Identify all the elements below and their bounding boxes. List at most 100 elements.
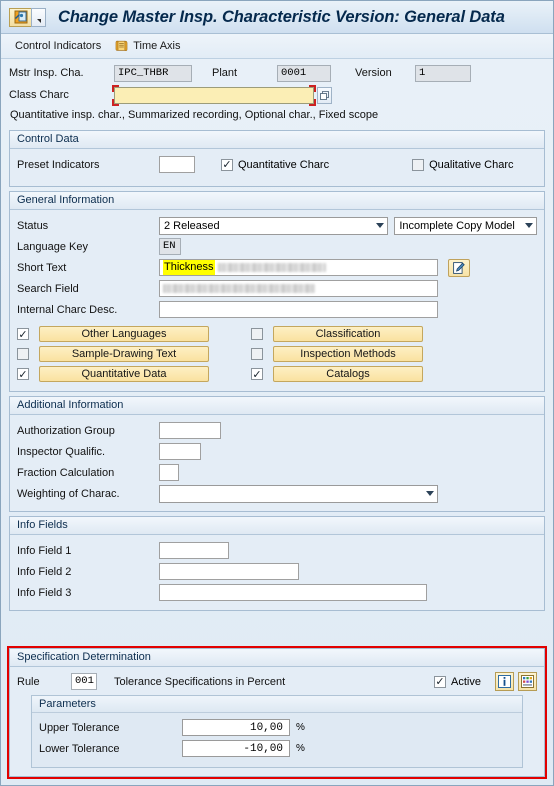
chevron-down-icon <box>423 491 437 496</box>
chevron-down-icon <box>373 223 387 228</box>
rule-row: Rule 001 Tolerance Specifications in Per… <box>17 671 537 692</box>
sap-characteristic-icon[interactable] <box>9 7 31 27</box>
inspection-methods-checkbox[interactable] <box>251 348 263 360</box>
short-text-highlight: Thickness <box>163 260 215 275</box>
weighting-of-charac-select[interactable] <box>159 484 438 503</box>
classification-checkbox[interactable] <box>251 328 263 340</box>
info-field-1-row: Info Field 1 <box>17 540 537 561</box>
info-field-3-input[interactable] <box>159 584 427 601</box>
toolbar: Control Indicators Time Axis <box>1 34 553 59</box>
edit-text-icon[interactable] <box>448 258 470 277</box>
sample-drawing-text-checkbox[interactable] <box>17 348 29 360</box>
upper-tolerance-unit: % <box>296 722 305 733</box>
quantitative-data-button[interactable]: Quantitative Data <box>39 366 209 382</box>
specification-determination-highlight: Specification Determination Rule 001 Tol… <box>7 646 547 779</box>
menu-item-control-indicators[interactable]: Control Indicators <box>15 40 101 52</box>
fraction-calculation-input[interactable] <box>159 464 179 481</box>
upper-tolerance-input[interactable] <box>182 719 290 736</box>
internal-charc-desc-input[interactable] <box>159 301 438 318</box>
preset-indicators-input[interactable] <box>159 156 195 173</box>
plant-label: Plant <box>212 67 238 79</box>
classification-button[interactable]: Classification <box>273 326 423 342</box>
toggle-grid: ✓ Other Languages Classification Sample-… <box>17 324 537 384</box>
active-label: Active <box>451 675 481 688</box>
rule-table-icon[interactable] <box>518 672 537 691</box>
info-icon[interactable] <box>495 672 514 691</box>
toggle-row-1: ✓ Other Languages Classification <box>17 324 537 344</box>
menu-label-time-axis: Time Axis <box>133 40 181 52</box>
language-key-row: Language Key EN <box>17 236 537 257</box>
upper-tolerance-row: Upper Tolerance % <box>39 717 515 738</box>
chevron-down-glyph <box>36 18 41 23</box>
catalogs-button[interactable]: Catalogs <box>273 366 423 382</box>
quantitative-data-checkbox[interactable]: ✓ <box>17 368 29 380</box>
toggle-row-2: Sample-Drawing Text Inspection Methods <box>17 344 537 364</box>
sap-window: Change Master Insp. Characteristic Versi… <box>0 0 554 786</box>
lower-tolerance-input[interactable] <box>182 740 290 757</box>
upper-tolerance-label: Upper Tolerance <box>39 721 120 734</box>
info-field-3-label: Info Field 3 <box>17 586 72 599</box>
group-body-specification-determination: Rule 001 Tolerance Specifications in Per… <box>10 667 544 776</box>
sample-drawing-text-button[interactable]: Sample-Drawing Text <box>39 346 209 362</box>
internal-charc-desc-row: Internal Charc Desc. <box>17 299 537 320</box>
status-label: Status <box>17 219 49 232</box>
version-label: Version <box>355 67 392 79</box>
short-text-row: Short Text Thickness <box>17 257 537 278</box>
group-body-additional-information: Authorization Group Inspector Qualific. … <box>10 415 544 511</box>
group-body-control-data: Preset Indicators ✓ Quantitative Charc Q… <box>10 149 544 186</box>
language-key-label: Language Key <box>17 240 88 253</box>
status-select[interactable]: 2 Released <box>159 216 389 235</box>
rule-label: Rule <box>17 675 40 688</box>
quantitative-charc-checkbox[interactable]: ✓ Quantitative Charc <box>221 158 329 171</box>
value-help-icon[interactable] <box>317 86 332 104</box>
inspection-methods-button[interactable]: Inspection Methods <box>273 346 423 362</box>
menu-label-control-indicators: Control Indicators <box>15 40 102 52</box>
inspector-qualific-input[interactable] <box>159 443 201 460</box>
characteristic-summary: Quantitative insp. char., Summarized rec… <box>10 109 379 121</box>
inspector-qualific-row: Inspector Qualific. <box>17 441 537 462</box>
info-field-1-label: Info Field 1 <box>17 544 72 557</box>
title-bar: Change Master Insp. Characteristic Versi… <box>1 1 553 34</box>
other-languages-checkbox[interactable]: ✓ <box>17 328 29 340</box>
inspector-qualific-label: Inspector Qualific. <box>17 445 106 458</box>
focus-corner-bottom-right <box>309 98 316 106</box>
group-title-info-fields: Info Fields <box>10 517 544 535</box>
catalogs-checkbox[interactable]: ✓ <box>251 368 263 380</box>
toggle-row-3: ✓ Quantitative Data ✓ Catalogs <box>17 364 537 384</box>
search-field-redacted <box>163 284 315 293</box>
subgroup-title-parameters: Parameters <box>32 696 522 713</box>
page-title: Change Master Insp. Characteristic Versi… <box>58 7 505 26</box>
info-field-2-label: Info Field 2 <box>17 565 72 578</box>
short-text-redacted <box>217 263 326 272</box>
qualitative-charc-checkbox[interactable]: Qualitative Charc <box>412 158 513 171</box>
active-checkbox[interactable]: ✓ Active <box>434 675 481 688</box>
authorization-group-row: Authorization Group <box>17 420 537 441</box>
weighting-of-charac-row: Weighting of Charac. <box>17 483 537 504</box>
group-additional-information: Additional Information Authorization Gro… <box>9 396 545 512</box>
scroll-icon <box>115 40 128 52</box>
group-specification-determination: Specification Determination Rule 001 Tol… <box>9 648 545 777</box>
other-languages-button[interactable]: Other Languages <box>39 326 209 342</box>
version-value: 1 <box>415 64 471 82</box>
plant-value: 0001 <box>277 64 331 82</box>
rule-value[interactable]: 001 <box>71 673 97 690</box>
check-glyph: ✓ <box>222 158 232 171</box>
class-charc-input[interactable] <box>114 86 314 104</box>
chevron-down-icon[interactable] <box>31 7 46 27</box>
copy-model-value: Incomplete Copy Model <box>399 219 515 232</box>
menu-item-time-axis[interactable]: Time Axis <box>115 40 180 52</box>
short-text-label: Short Text <box>17 261 67 274</box>
status-value: 2 Released <box>164 219 220 232</box>
group-title-additional-information: Additional Information <box>10 397 544 415</box>
rule-description: Tolerance Specifications in Percent <box>114 675 286 688</box>
group-info-fields: Info Fields Info Field 1 Info Field 2 In… <box>9 516 545 611</box>
lower-tolerance-label: Lower Tolerance <box>39 742 120 755</box>
control-data-row: Preset Indicators ✓ Quantitative Charc Q… <box>17 154 537 175</box>
copy-model-select[interactable]: Incomplete Copy Model <box>394 216 537 235</box>
info-field-2-row: Info Field 2 <box>17 561 537 582</box>
short-text-input[interactable]: Thickness <box>159 259 438 276</box>
info-field-2-input[interactable] <box>159 563 299 580</box>
search-field-input[interactable] <box>159 280 438 297</box>
authorization-group-input[interactable] <box>159 422 221 439</box>
info-field-1-input[interactable] <box>159 542 229 559</box>
